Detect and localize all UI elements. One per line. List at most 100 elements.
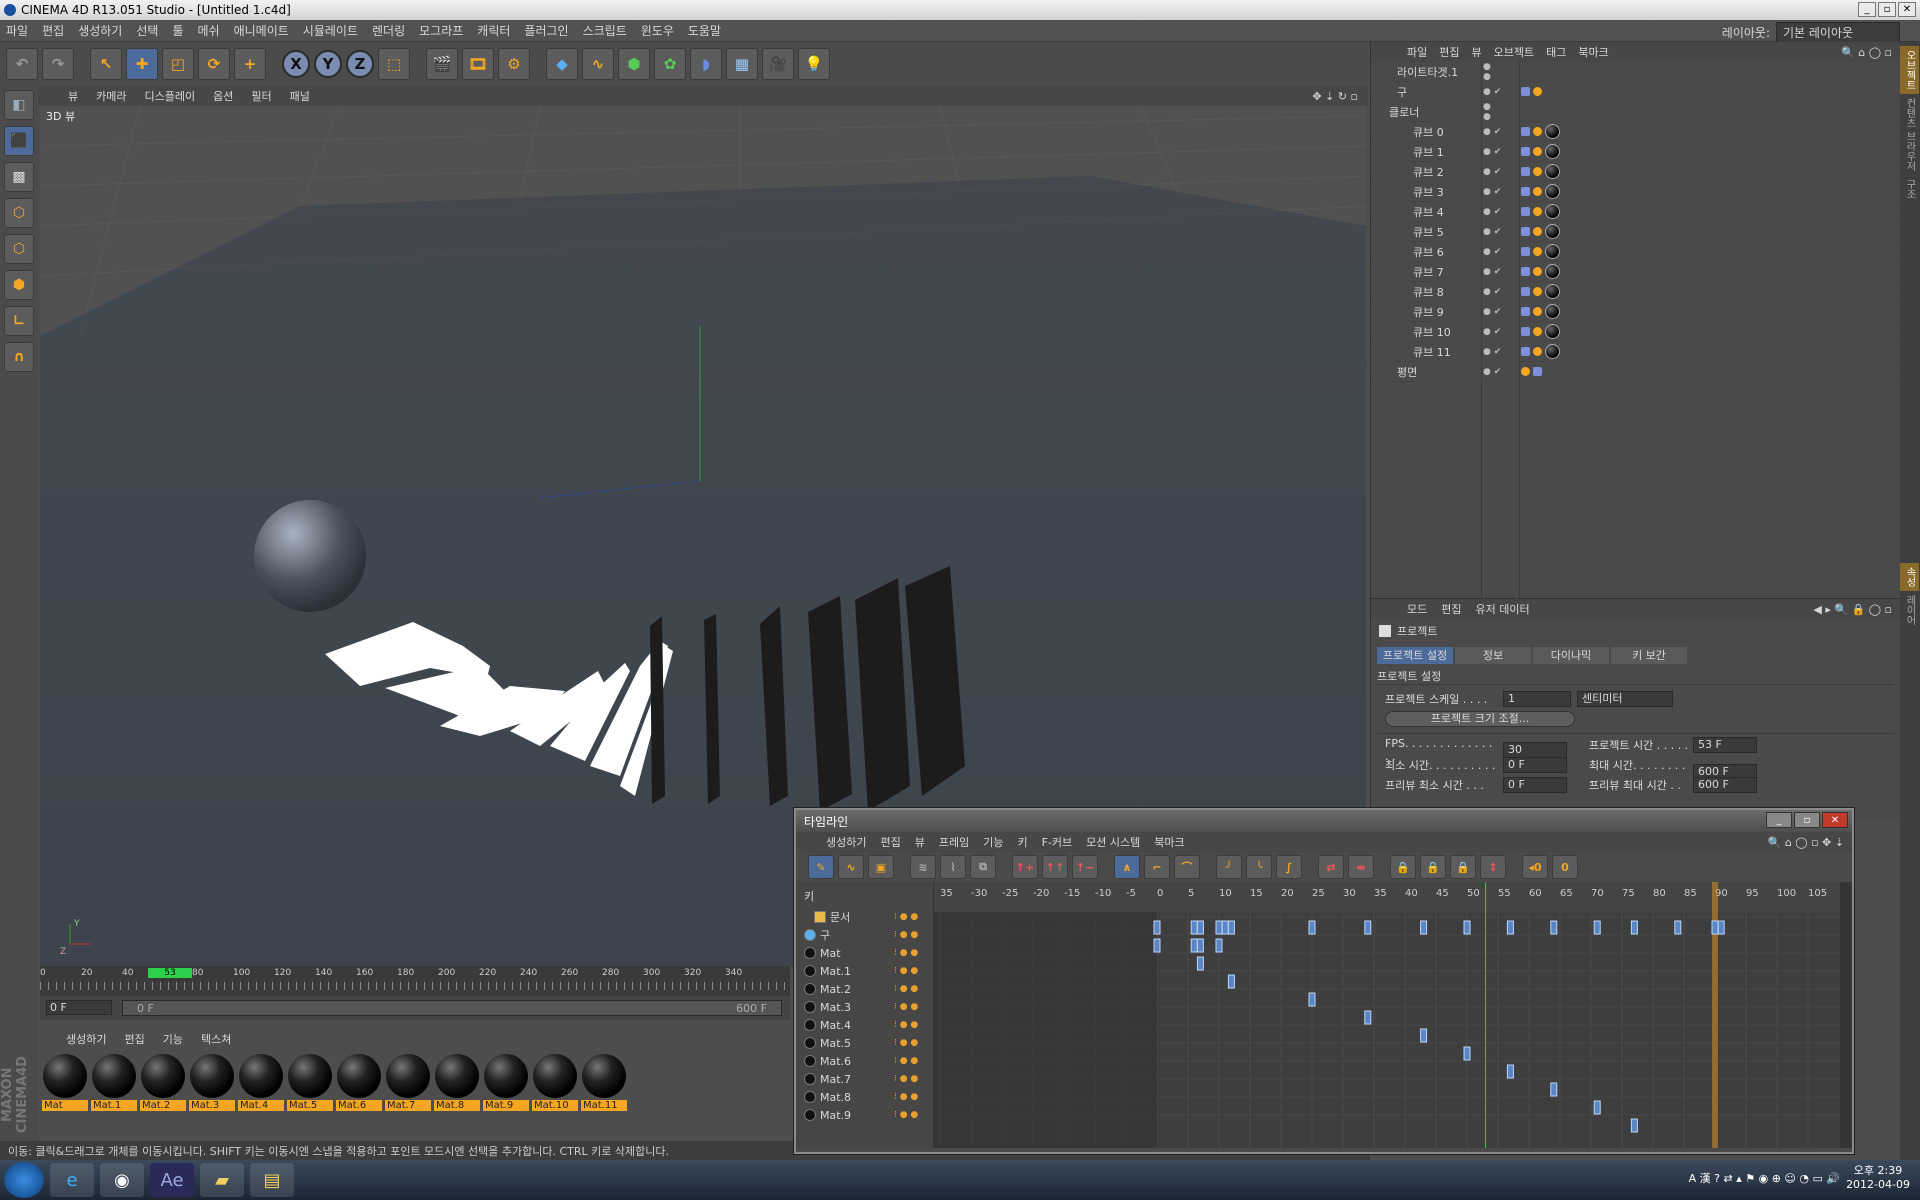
material-item[interactable]: Mat.3 bbox=[189, 1050, 235, 1150]
timeline-track[interactable]: Mat ⁝ ● ● bbox=[796, 944, 932, 962]
side-tab-layers[interactable]: 레이어 bbox=[1900, 591, 1919, 629]
dynamics-tag-icon[interactable] bbox=[1533, 227, 1542, 236]
dynamics-tag-icon[interactable] bbox=[1521, 367, 1530, 376]
object-row[interactable]: 큐브 6 ● ✔ bbox=[1371, 242, 1900, 262]
resize-project-button[interactable]: 프로젝트 크기 조절... bbox=[1385, 711, 1575, 727]
track-lock-icon[interactable]: ⁝ ● ● bbox=[894, 966, 918, 976]
track-lock-icon[interactable]: ⁝ ● ● bbox=[894, 948, 918, 958]
lock-key-icon[interactable]: 🔒 bbox=[1390, 855, 1416, 879]
link-icon[interactable]: ⧉ bbox=[970, 855, 996, 879]
visibility-dots[interactable]: ● ✔ bbox=[1483, 307, 1501, 317]
material-tag-icon[interactable] bbox=[1545, 324, 1560, 339]
floor-icon[interactable]: ▦ bbox=[726, 48, 758, 80]
snap-magnet-icon[interactable]: ∩ bbox=[4, 342, 34, 372]
object-row[interactable]: 큐브 10 ● ✔ bbox=[1371, 322, 1900, 342]
after-effects-icon[interactable]: Ae bbox=[150, 1163, 194, 1197]
vp-menu-filter[interactable]: 필터 bbox=[251, 88, 271, 104]
visibility-dots[interactable]: ● ● bbox=[1483, 62, 1491, 82]
material-tag-icon[interactable] bbox=[1545, 144, 1560, 159]
visibility-dots[interactable]: ● ● bbox=[1483, 102, 1491, 122]
time-ruler[interactable]: 0 20 40 53 80 100 120 140 160 180 200 22… bbox=[40, 966, 790, 996]
visibility-dots[interactable]: ● ✔ bbox=[1483, 207, 1501, 217]
vp-menu-display[interactable]: 디스플레이 bbox=[145, 88, 196, 104]
tray-icons[interactable]: A 漢 ? ⇄ ▴ ⚑ ◉ ⊕ ☺ ◔ ▭ 🔊 bbox=[1689, 1170, 1840, 1186]
texture-tag-icon[interactable] bbox=[1521, 287, 1530, 296]
menu-render[interactable]: 렌더링 bbox=[372, 22, 405, 39]
tl-menu-function[interactable]: 기능 bbox=[983, 834, 1003, 850]
cinema4d-taskbar-icon[interactable]: ◉ bbox=[100, 1163, 144, 1197]
object-row[interactable]: 큐브 4 ● ✔ bbox=[1371, 202, 1900, 222]
key-tangent-icon[interactable]: ⇄ bbox=[1318, 855, 1344, 879]
mat-menu-texture[interactable]: 텍스쳐 bbox=[201, 1031, 231, 1047]
object-row[interactable]: 큐브 2 ● ✔ bbox=[1371, 162, 1900, 182]
object-row[interactable]: 클로너 ● ● bbox=[1371, 102, 1900, 122]
timeline-track[interactable]: Mat.8 ⁝ ● ● bbox=[796, 1088, 932, 1106]
texture-tag-icon[interactable] bbox=[1521, 207, 1530, 216]
object-row[interactable]: 큐브 0 ● ✔ bbox=[1371, 122, 1900, 142]
material-tag-icon[interactable] bbox=[1545, 304, 1560, 319]
multi-key-icon[interactable]: ↑↑ bbox=[1042, 855, 1068, 879]
tab-key-interpolation[interactable]: 키 보간 bbox=[1611, 647, 1687, 664]
tl-maximize-button[interactable]: ▫ bbox=[1794, 812, 1820, 828]
spline-interp-icon[interactable]: ⌒ bbox=[1174, 855, 1200, 879]
array-icon[interactable]: ✿ bbox=[654, 48, 686, 80]
rotate-tool-icon[interactable]: ⟳ bbox=[198, 48, 230, 80]
tl-menu-bookmarks[interactable]: 북마크 bbox=[1154, 834, 1184, 850]
tl-menu-frame[interactable]: 프레임 bbox=[939, 834, 969, 850]
track-lock-icon[interactable]: ⁝ ● ● bbox=[894, 1092, 918, 1102]
render-picture-viewer-icon[interactable]: 🎞 bbox=[462, 48, 494, 80]
preview-min-field[interactable]: 0 F bbox=[1503, 777, 1567, 793]
texture-tag-icon[interactable] bbox=[1521, 147, 1530, 156]
clock[interactable]: 오후 2:39 2012-04-09 bbox=[1846, 1164, 1910, 1192]
menu-character[interactable]: 캐릭터 bbox=[477, 22, 510, 39]
obj-menu-bookmarks[interactable]: 북마크 bbox=[1578, 44, 1608, 60]
side-tab-objects[interactable]: 오브젝트 bbox=[1900, 46, 1919, 94]
nurbs-icon[interactable]: ⬢ bbox=[618, 48, 650, 80]
timeline-track[interactable]: Mat.4 ⁝ ● ● bbox=[796, 1016, 932, 1034]
side-tab-structure[interactable]: 구조 bbox=[1900, 175, 1919, 203]
fps-field[interactable]: 30 bbox=[1503, 742, 1567, 758]
object-row[interactable]: 큐브 11 ● ✔ bbox=[1371, 342, 1900, 362]
object-row[interactable]: 큐브 3 ● ✔ bbox=[1371, 182, 1900, 202]
tl-close-button[interactable]: ✕ bbox=[1822, 812, 1848, 828]
y-axis-icon[interactable]: Y bbox=[314, 50, 342, 78]
menu-mesh[interactable]: 메쉬 bbox=[198, 22, 220, 39]
fcurve-mode-icon[interactable]: ∿ bbox=[838, 855, 864, 879]
menu-simulate[interactable]: 시뮬레이트 bbox=[303, 22, 358, 39]
track-lock-icon[interactable]: ⁝ ● ● bbox=[894, 984, 918, 994]
linear-interp-icon[interactable]: ∧ bbox=[1114, 855, 1140, 879]
material-tag-icon[interactable] bbox=[1545, 224, 1560, 239]
visibility-dots[interactable]: ● ✔ bbox=[1483, 347, 1501, 357]
menu-create[interactable]: 생성하기 bbox=[78, 22, 122, 39]
material-item[interactable]: Mat.11 bbox=[581, 1050, 627, 1150]
vp-menu-options[interactable]: 옵션 bbox=[213, 88, 233, 104]
tl-menu-motion-system[interactable]: 모션 시스템 bbox=[1086, 834, 1140, 850]
remove-key-icon[interactable]: ↑− bbox=[1072, 855, 1098, 879]
obj-menu-objects[interactable]: 오브젝트 bbox=[1494, 44, 1534, 60]
texture-tag-icon[interactable] bbox=[1521, 127, 1530, 136]
material-item[interactable]: Mat.2 bbox=[140, 1050, 186, 1150]
tab-dynamics[interactable]: 다이나믹 bbox=[1533, 647, 1609, 664]
tab-project-settings[interactable]: 프로젝트 설정 bbox=[1377, 647, 1453, 664]
visibility-dots[interactable]: ● ✔ bbox=[1483, 227, 1501, 237]
texture-tag-icon[interactable] bbox=[1521, 87, 1530, 96]
visibility-dots[interactable]: ● ✔ bbox=[1483, 167, 1501, 177]
obj-menu-view[interactable]: 뷰 bbox=[1472, 44, 1482, 60]
object-row[interactable]: 구 ● ✔ bbox=[1371, 82, 1900, 102]
object-row[interactable]: 라이트타겟.1 ● ● bbox=[1371, 62, 1900, 82]
folder-icon[interactable]: ▰ bbox=[200, 1163, 244, 1197]
object-row[interactable]: 평면 ● ✔ bbox=[1371, 362, 1900, 382]
render-view-icon[interactable]: 🎬 bbox=[426, 48, 458, 80]
material-tag-icon[interactable] bbox=[1545, 124, 1560, 139]
lock-value-icon[interactable]: 🔒 bbox=[1450, 855, 1476, 879]
timeline-track[interactable]: Mat.6 ⁝ ● ● bbox=[796, 1052, 932, 1070]
coordinate-system-icon[interactable]: ⬚ bbox=[378, 48, 410, 80]
ease-in-icon[interactable]: ╯ bbox=[1216, 855, 1242, 879]
visibility-dots[interactable]: ● ✔ bbox=[1483, 247, 1501, 257]
ease-out-icon[interactable]: ╰ bbox=[1246, 855, 1272, 879]
material-item[interactable]: Mat.7 bbox=[385, 1050, 431, 1150]
explorer-icon[interactable]: ▤ bbox=[250, 1163, 294, 1197]
dynamics-tag-icon[interactable] bbox=[1533, 207, 1542, 216]
lock-tangent-icon[interactable]: ↕ bbox=[1480, 855, 1506, 879]
timeline-track[interactable]: Mat.3 ⁝ ● ● bbox=[796, 998, 932, 1016]
